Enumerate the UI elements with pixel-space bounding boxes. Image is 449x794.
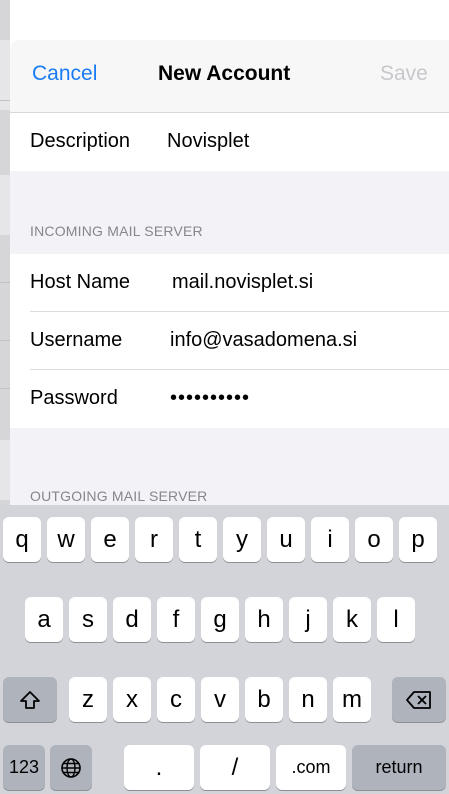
dotcom-key[interactable]: .com <box>276 745 346 790</box>
cancel-button[interactable]: Cancel <box>32 62 97 86</box>
host-name-field[interactable]: mail.novisplet.si <box>172 271 313 294</box>
key-s[interactable]: s <box>69 597 107 642</box>
keyboard: q w e r t y u i o p a s d f g h j k l z … <box>0 505 449 794</box>
shift-icon <box>20 690 40 709</box>
slash-key[interactable]: / <box>200 745 270 790</box>
page-title: New Account <box>158 62 291 85</box>
key-h[interactable]: h <box>245 597 283 642</box>
key-z[interactable]: z <box>69 677 107 722</box>
host-name-label: Host Name <box>30 271 131 293</box>
key-b[interactable]: b <box>245 677 283 722</box>
save-button[interactable]: Save <box>380 62 428 86</box>
key-x[interactable]: x <box>113 677 151 722</box>
key-l[interactable]: l <box>377 597 415 642</box>
outgoing-section-header: OUTGOING MAIL SERVER <box>30 488 208 504</box>
key-w[interactable]: w <box>47 517 85 562</box>
password-row[interactable]: Password •••••••••• <box>10 370 449 428</box>
key-m[interactable]: m <box>333 677 371 722</box>
key-r[interactable]: r <box>135 517 173 562</box>
key-a[interactable]: a <box>25 597 63 642</box>
key-p[interactable]: p <box>399 517 437 562</box>
key-g[interactable]: g <box>201 597 239 642</box>
key-d[interactable]: d <box>113 597 151 642</box>
key-u[interactable]: u <box>267 517 305 562</box>
delete-icon <box>406 690 431 709</box>
numbers-key[interactable]: 123 <box>3 745 45 790</box>
key-v[interactable]: v <box>201 677 239 722</box>
description-label: Description <box>30 130 131 152</box>
key-j[interactable]: j <box>289 597 327 642</box>
navigation-bar: Cancel New Account Save <box>10 40 449 113</box>
username-row[interactable]: Username info@vasadomena.si <box>10 312 449 370</box>
description-field[interactable]: Novisplet <box>167 130 249 153</box>
dot-key[interactable]: . <box>124 745 194 790</box>
password-field[interactable]: •••••••••• <box>170 387 250 410</box>
key-o[interactable]: o <box>355 517 393 562</box>
incoming-section-header: INCOMING MAIL SERVER <box>30 223 203 239</box>
return-key[interactable]: return <box>352 745 446 790</box>
key-y[interactable]: y <box>223 517 261 562</box>
key-e[interactable]: e <box>91 517 129 562</box>
key-f[interactable]: f <box>157 597 195 642</box>
host-name-row[interactable]: Host Name mail.novisplet.si <box>10 254 449 312</box>
description-row[interactable]: Description Novisplet <box>10 113 449 171</box>
shift-key[interactable] <box>3 677 57 722</box>
username-label: Username <box>30 329 123 351</box>
delete-key[interactable] <box>392 677 446 722</box>
key-n[interactable]: n <box>289 677 327 722</box>
key-c[interactable]: c <box>157 677 195 722</box>
globe-key[interactable] <box>50 745 92 790</box>
key-t[interactable]: t <box>179 517 217 562</box>
password-label: Password <box>30 387 118 409</box>
globe-icon <box>61 757 81 778</box>
key-i[interactable]: i <box>311 517 349 562</box>
key-k[interactable]: k <box>333 597 371 642</box>
username-field[interactable]: info@vasadomena.si <box>170 329 357 352</box>
key-q[interactable]: q <box>3 517 41 562</box>
